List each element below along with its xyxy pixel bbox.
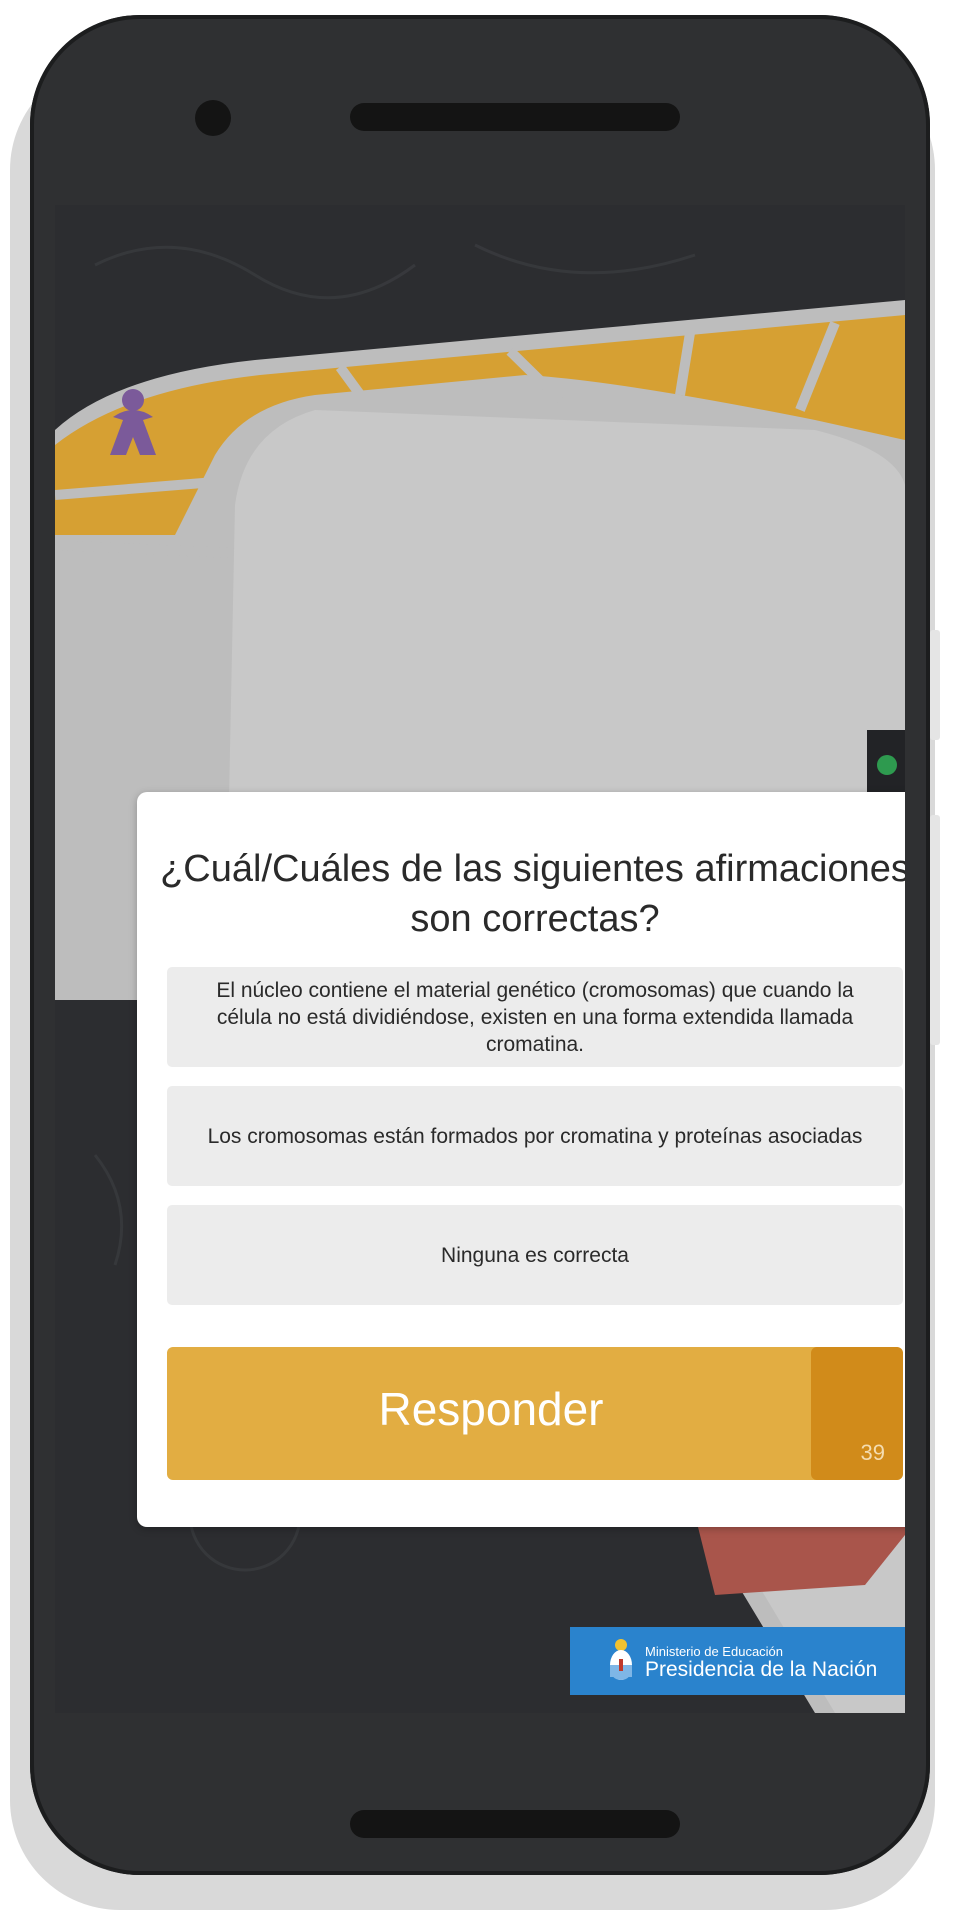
- question-dialog: ¿Cuál/Cuáles de las siguientes afirmacio…: [137, 792, 905, 1527]
- answer-option-2[interactable]: Los cromosomas están formados por cromat…: [167, 1086, 903, 1186]
- coat-of-arms-icon: [610, 1639, 632, 1680]
- game-screen: ¿Cuál/Cuáles de las siguientes afirmacio…: [55, 205, 905, 1713]
- volume-button: [930, 630, 940, 740]
- submit-answer-label: Responder: [378, 1382, 604, 1435]
- ministry-line-1: Ministerio de Educación: [645, 1644, 784, 1659]
- answer-option-1[interactable]: El núcleo contiene el material genético …: [167, 967, 903, 1067]
- countdown-timer: 39: [811, 1347, 903, 1480]
- timer-value: 39: [860, 1440, 885, 1465]
- camera-icon: [195, 100, 231, 136]
- ministry-line-2: Presidencia de la Nación: [645, 1658, 878, 1681]
- power-button: [930, 815, 940, 1045]
- ministry-banner: Ministerio de Educación Presidencia de l…: [570, 1627, 905, 1695]
- submit-answer-button[interactable]: Responder 39: [167, 1347, 903, 1480]
- answer-option-3[interactable]: Ninguna es correcta: [167, 1205, 903, 1305]
- speaker-grille: [350, 103, 680, 131]
- question-title: ¿Cuál/Cuáles de las siguientes afirmacio…: [160, 848, 905, 940]
- home-bar: [350, 1810, 680, 1838]
